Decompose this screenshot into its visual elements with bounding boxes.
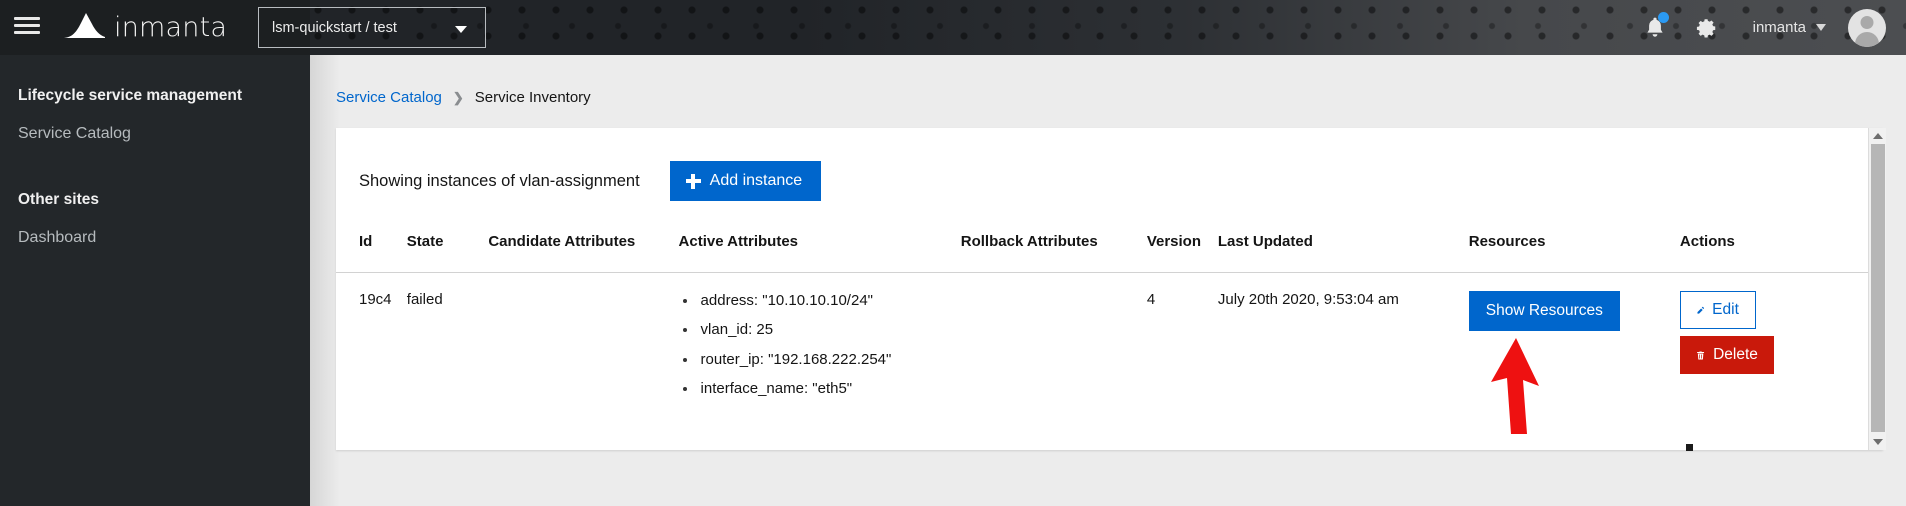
notifications-button[interactable]	[1629, 0, 1681, 55]
column-header-rollback-attributes: Rollback Attributes	[960, 233, 1098, 250]
mouse-cursor	[1686, 444, 1693, 451]
vertical-scrollbar[interactable]	[1868, 128, 1886, 450]
gear-icon	[1696, 18, 1715, 38]
brand-name: inmanta	[114, 11, 228, 43]
table-header: Id State Candidate Attributes Active Att…	[336, 223, 1883, 273]
triangle-up-icon	[1873, 133, 1883, 139]
column-header-last-updated: Last Updated	[1217, 233, 1313, 250]
list-item: address: "10.10.10.10/24"	[679, 291, 949, 311]
column-header-id: Id	[359, 233, 373, 250]
inmanta-peak-icon	[64, 13, 105, 38]
list-item: vlan_id: 25	[679, 320, 949, 340]
scrollbar-thumb[interactable]	[1871, 144, 1885, 432]
cell-active-attributes: address: "10.10.10.10/24" vlan_id: 25 ro…	[672, 272, 955, 426]
cell-state: failed	[400, 272, 483, 426]
cell-last-updated: July 20th 2020, 9:53:04 am	[1211, 272, 1463, 426]
settings-button[interactable]	[1681, 0, 1733, 55]
brand-logo[interactable]: inmanta	[60, 6, 227, 48]
notifications-badge	[1657, 12, 1669, 23]
list-item: router_ip: "192.168.222.254"	[679, 350, 949, 370]
hamburger-bar	[14, 24, 40, 27]
table-row[interactable]: 19c4 failed address: "10.10.10.10/24" vl…	[336, 272, 1883, 426]
scroll-up-button[interactable]	[1869, 128, 1887, 144]
cell-resources: Show Resources	[1462, 272, 1674, 426]
plus-icon	[685, 173, 701, 189]
edit-button[interactable]: Edit	[1679, 291, 1756, 329]
cell-actions: Edit Delete	[1673, 272, 1883, 426]
user-menu-label[interactable]: inmanta	[1733, 19, 1812, 36]
sidebar-group-title-lifecycle: Lifecycle service management	[18, 87, 243, 104]
delete-button[interactable]: Delete	[1679, 336, 1774, 374]
masthead-actions: inmanta	[1629, 0, 1906, 55]
pencil-icon	[1697, 306, 1704, 314]
column-header-version: Version	[1146, 233, 1202, 250]
environment-selector[interactable]: lsm-quickstart / test	[258, 7, 486, 48]
cell-version: 4	[1140, 272, 1212, 426]
chevron-right-icon: ❯	[452, 89, 464, 105]
sidebar-item-dashboard[interactable]: Dashboard	[0, 219, 310, 257]
table-header-row: Id State Candidate Attributes Active Att…	[336, 223, 1883, 273]
cell-candidate-attributes	[482, 272, 673, 426]
add-instance-button[interactable]: Add instance	[669, 161, 822, 201]
showing-instances-label: Showing instances of vlan-assignment	[359, 171, 640, 190]
hamburger-bar	[14, 17, 40, 20]
cell-id: 19c4	[336, 272, 401, 426]
cell-rollback-attributes	[954, 272, 1141, 426]
card-header: Showing instances of vlan-assignment Add…	[336, 128, 1883, 201]
add-instance-label: Add instance	[709, 172, 803, 189]
service-inventory-card: Showing instances of vlan-assignment Add…	[336, 128, 1883, 450]
table-body: 19c4 failed address: "10.10.10.10/24" vl…	[336, 272, 1883, 426]
hamburger-bar	[14, 31, 40, 34]
show-resources-button[interactable]: Show Resources	[1468, 291, 1620, 331]
sidebar-item-service-catalog[interactable]: Service Catalog	[0, 115, 310, 153]
column-header-resources: Resources	[1468, 233, 1546, 250]
environment-selector-value: lsm-quickstart / test	[272, 19, 397, 36]
column-header-active-attributes: Active Attributes	[678, 233, 799, 250]
list-item: interface_name: "eth5"	[679, 379, 949, 399]
sidebar-group-title-other-sites: Other sites	[18, 191, 99, 208]
triangle-down-icon	[1873, 439, 1883, 445]
trash-icon	[1697, 350, 1704, 360]
scroll-down-button[interactable]	[1869, 434, 1887, 450]
column-header-state: State	[406, 233, 444, 250]
breadcrumb-link-service-catalog[interactable]: Service Catalog	[336, 89, 442, 106]
chevron-down-icon[interactable]	[1816, 24, 1826, 31]
hamburger-icon[interactable]	[14, 14, 40, 40]
active-attributes-list: address: "10.10.10.10/24" vlan_id: 25 ro…	[679, 291, 949, 399]
main-content: Service Catalog ❯ Service Inventory Show…	[310, 55, 1906, 506]
avatar[interactable]	[1848, 8, 1886, 47]
column-header-candidate-attributes: Candidate Attributes	[488, 233, 636, 250]
sidebar: Lifecycle service management Service Cat…	[0, 55, 310, 506]
edit-label: Edit	[1712, 301, 1739, 318]
masthead: inmanta lsm-quickstart / test inmanta	[0, 0, 1906, 55]
breadcrumb: Service Catalog ❯ Service Inventory	[336, 89, 591, 106]
chevron-down-icon	[455, 26, 467, 33]
column-header-actions: Actions	[1679, 233, 1735, 250]
delete-label: Delete	[1713, 346, 1758, 363]
service-inventory-table: Id State Candidate Attributes Active Att…	[336, 223, 1883, 426]
breadcrumb-current-service-inventory: Service Inventory	[474, 89, 591, 106]
